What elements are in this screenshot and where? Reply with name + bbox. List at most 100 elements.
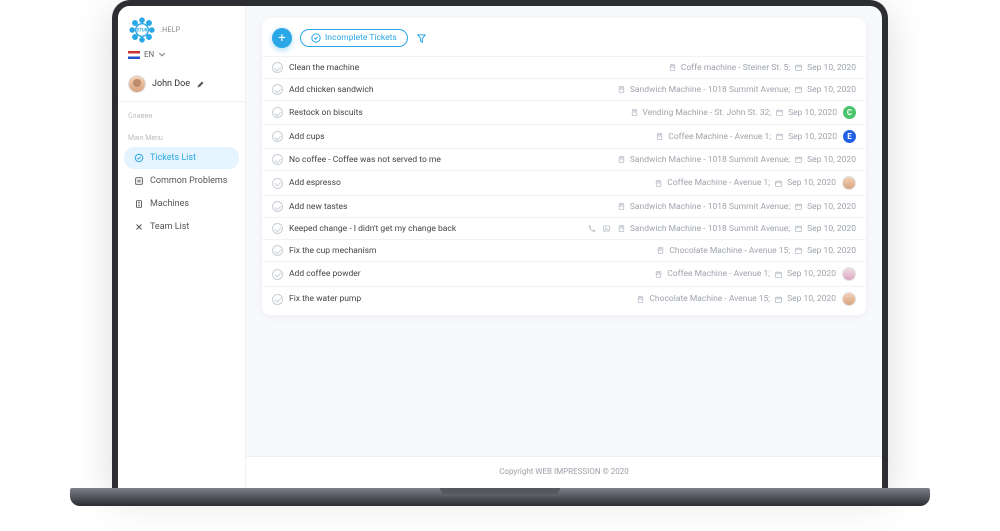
calendar-icon [794,85,803,94]
ticket-date: Sep 10, 2020 [787,294,836,304]
ticket-machine: Chocolate Machine - Avenue 15; [649,294,770,304]
calendar-icon [774,295,783,304]
ticket-row[interactable]: Add cupsCoffee Machine - Avenue 1;Sep 10… [262,124,866,148]
status-circle-icon[interactable] [272,294,283,305]
ticket-row[interactable]: Fix the water pumpChocolate Machine - Av… [262,286,866,311]
ticket-meta: Coffe machine - Steiner St. 5; Sep 10, 20… [668,63,856,73]
laptop-notch [440,488,560,494]
ticket-date: Sep 10, 2020 [787,178,836,188]
image-icon [602,224,611,233]
ticket-title: Clean the machine [289,63,359,73]
pill-label: Incomplete Tickets [325,33,397,43]
calendar-icon [794,202,803,211]
ticket-row[interactable]: Fix the cup mechanism Chocolate Machine -… [262,239,866,261]
ticket-date: Sep 10, 2020 [807,202,856,212]
ticket-date: Sep 10, 2020 [788,132,837,142]
status-circle-icon[interactable] [272,154,283,165]
machine-icon [655,132,664,141]
ticket-meta: Chocolate Machine - Avenue 15; Sep 10, 20… [636,294,836,304]
avatar [128,75,146,93]
ticket-date: Sep 10, 2020 [807,63,856,73]
ticket-meta: Sandwich Machine - 1018 Summit Avenue; Se… [617,85,856,95]
ticket-title: Keeped change - I didn't get my change b… [289,224,456,234]
status-circle-icon[interactable] [272,84,283,95]
ticket-row[interactable]: Restock on biscuitsVending Machine - St.… [262,100,866,124]
sidebar-item-label: Common Problems [150,176,227,186]
check-circle-icon [311,33,321,43]
svg-text:STUR: STUR [137,28,148,33]
calendar-icon [774,179,783,188]
language-code: EN [144,50,154,59]
sidebar-item-team[interactable]: Team List [124,216,239,238]
user-row[interactable]: John Doe [118,67,245,102]
ticket-row[interactable]: Add chicken sandwichSandwich Machine - 1… [262,78,866,100]
ticket-title: Fix the cup mechanism [289,246,377,256]
calendar-icon [794,63,803,72]
logo-icon: STUR [128,16,156,44]
ticket-title: No coffee - Coffee was not served to me [289,155,441,165]
city-label: Сливен [118,102,245,124]
edit-icon[interactable] [196,80,205,89]
add-ticket-button[interactable]: + [272,28,292,48]
status-circle-icon[interactable] [272,201,283,212]
tickets-panel: + Incomplete Tickets Clean the machine [262,18,866,315]
ticket-machine: Sandwich Machine - 1018 Summit Avenue; [630,155,790,165]
machine-icon [617,155,626,164]
status-circle-icon[interactable] [272,223,283,234]
ticket-date: Sep 10, 2020 [788,108,837,118]
sidebar-item-label: Team List [150,222,189,232]
phone-icon [587,224,596,233]
brand-suffix: .HELP [160,26,181,34]
sidebar-item-machines[interactable]: Machines [124,193,239,215]
ticket-meta: Chocolate Machine - Avenue 15;Sep 10, 20… [656,246,856,256]
ticket-title: Add espresso [289,178,341,188]
calendar-icon [794,155,803,164]
brand: STUR .HELP [118,6,245,50]
machine-icon [630,108,639,117]
ticket-machine: Coffee Machine - Avenue 1; [668,132,771,142]
machine-icon [636,295,645,304]
status-circle-icon[interactable] [272,131,283,142]
ticket-date: Sep 10, 2020 [807,224,856,234]
ticket-row[interactable]: Clean the machine Coffe machine - Steiner… [262,56,866,78]
ticket-machine: Sandwich Machine - 1018 Summit Avenue; [630,202,790,212]
ticket-meta: Sandwich Machine - 1018 Summit Avenue; Se… [617,155,856,165]
sidebar-item-label: Tickets List [150,153,196,163]
sidebar-item-label: Machines [150,199,189,209]
status-circle-icon[interactable] [272,62,283,73]
ticket-machine: Sandwich Machine - 1018 Summit Avenue; [630,85,790,95]
machine-icon [654,270,663,279]
assignee-avatar [842,292,856,306]
ticket-date: Sep 10, 2020 [807,155,856,165]
ticket-extras [587,224,611,233]
ticket-row[interactable]: Add coffee powderCoffee Machine - Avenue… [262,261,866,286]
calendar-icon [775,132,784,141]
sidebar: STUR .HELP EN John Doe Сливен Main Menu [118,6,246,488]
status-circle-icon[interactable] [272,178,283,189]
machine-icon [656,246,665,255]
sidebar-item-tickets[interactable]: Tickets List [124,147,239,169]
incomplete-tickets-pill[interactable]: Incomplete Tickets [300,29,408,47]
footer: Copyright WEB IMPRESSION © 2020 [246,456,882,488]
ticket-date: Sep 10, 2020 [807,85,856,95]
filter-icon[interactable] [416,33,427,44]
status-circle-icon[interactable] [272,269,283,280]
machine-icon [668,63,677,72]
ticket-date: Sep 10, 2020 [787,269,836,279]
assignee-avatar [842,176,856,190]
ticket-meta: Sandwich Machine - 1018 Summit Avenue; Se… [617,202,856,212]
language-switcher[interactable]: EN [118,50,245,67]
ticket-row[interactable]: No coffee - Coffee was not served to me S… [262,148,866,170]
ticket-row[interactable]: Add new tastesSandwich Machine - 1018 Su… [262,195,866,217]
sidebar-item-problems[interactable]: Common Problems [124,170,239,192]
status-circle-icon[interactable] [272,107,283,118]
check-circle-icon [134,153,144,163]
calendar-icon [775,108,784,117]
toolbar: + Incomplete Tickets [262,24,866,56]
ticket-machine: Coffe machine - Steiner St. 5; [681,63,790,73]
ticket-meta: Coffee Machine - Avenue 1;Sep 10, 2020 [654,178,836,188]
ticket-row[interactable]: Keeped change - I didn't get my change b… [262,217,866,239]
calendar-icon [774,270,783,279]
status-circle-icon[interactable] [272,245,283,256]
ticket-row[interactable]: Add espresso Coffee Machine - Avenue 1;Se… [262,170,866,195]
